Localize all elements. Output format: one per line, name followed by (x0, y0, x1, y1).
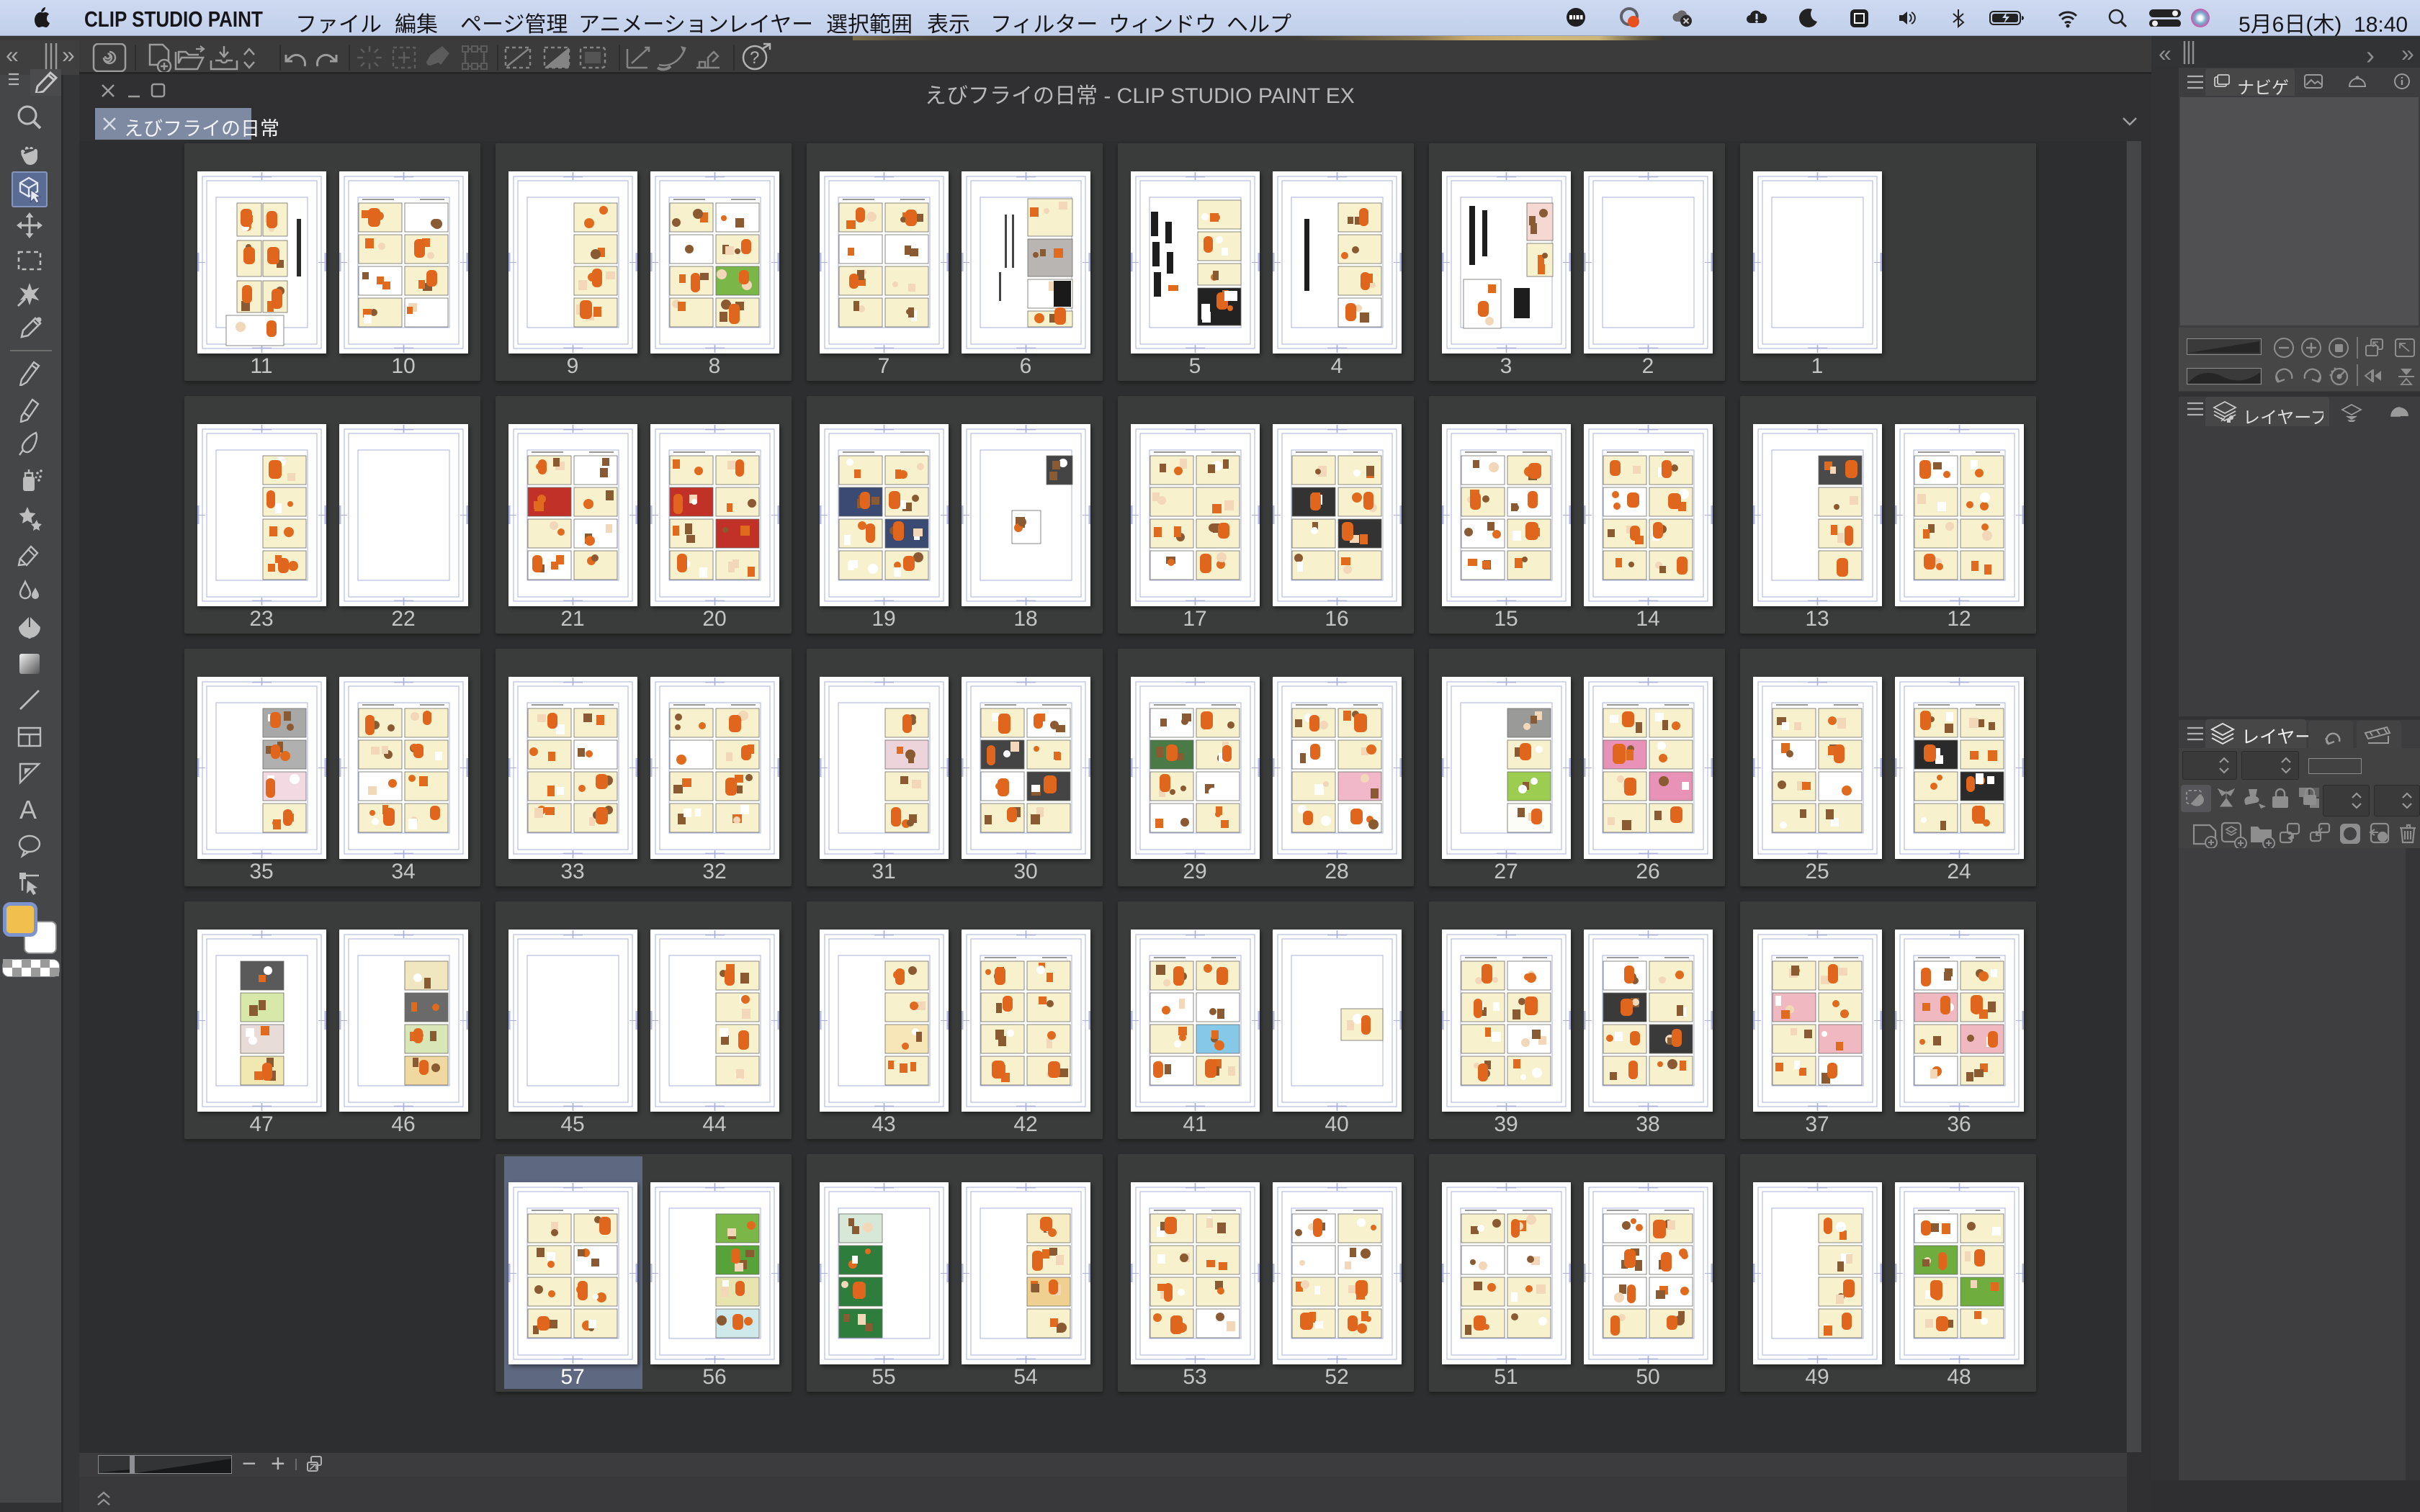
svg-text:A: A (19, 795, 37, 824)
svg-text:?: ? (750, 48, 759, 68)
